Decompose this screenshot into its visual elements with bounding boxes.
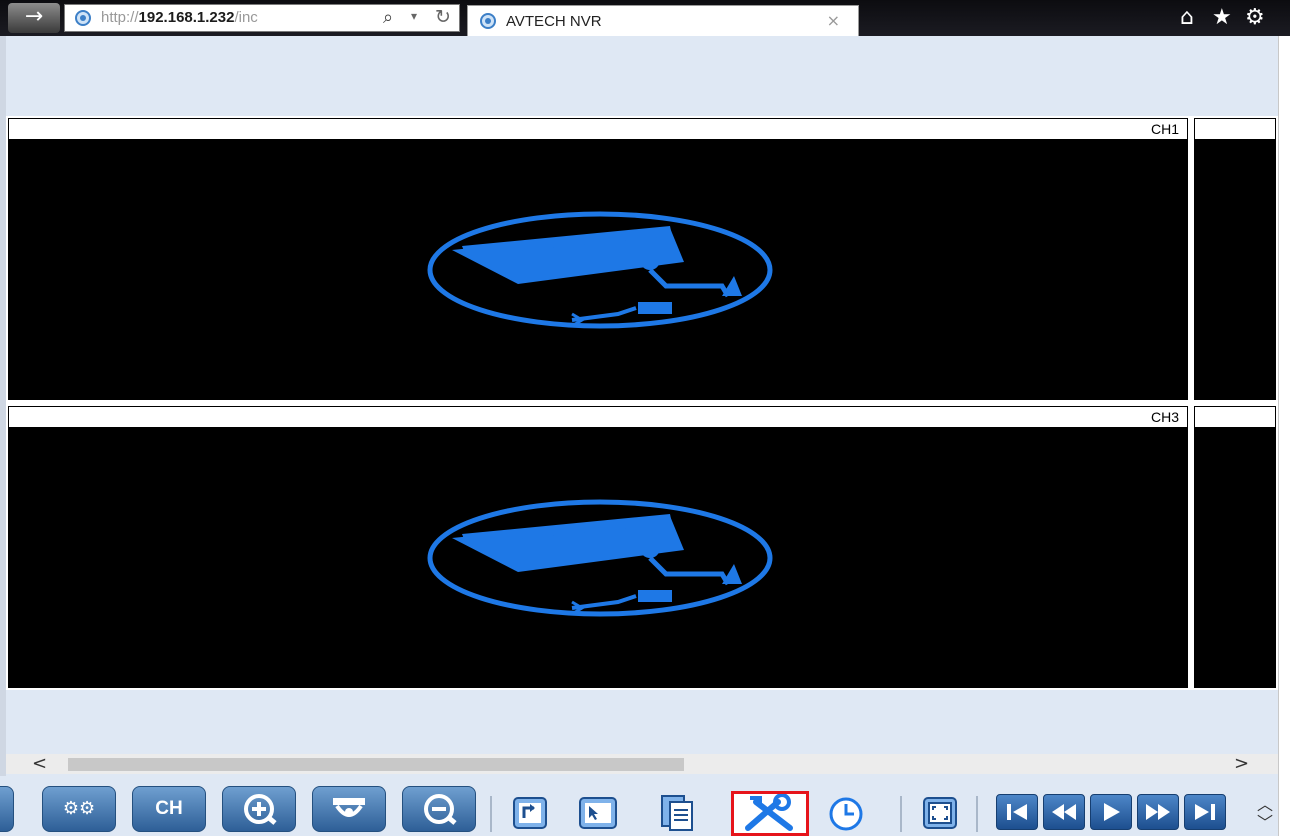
- play-button[interactable]: [1090, 794, 1132, 830]
- scroll-right-arrow[interactable]: >: [1234, 753, 1249, 774]
- play-icon: [1104, 803, 1120, 821]
- fast-forward-button[interactable]: [1137, 794, 1179, 830]
- chevron-down-icon[interactable]: ﹀: [1252, 814, 1278, 832]
- favorites-star-icon[interactable]: ★: [1212, 5, 1232, 30]
- security-camera-icon: [427, 211, 773, 329]
- documents-icon[interactable]: [656, 790, 700, 832]
- app-window: → http://192.168.1.232/inc ⌕ ▾ ↻ AVTECH …: [0, 0, 1290, 836]
- settings-gear-icon[interactable]: ⚙: [1245, 5, 1265, 30]
- tab-favicon: [480, 13, 496, 29]
- cursor-screen-icon[interactable]: [576, 790, 620, 832]
- snapshot-arrow-icon[interactable]: [508, 790, 552, 832]
- address-bar[interactable]: http://192.168.1.232/inc ⌕ ▾ ↻: [64, 4, 460, 32]
- address-text[interactable]: http://192.168.1.232/inc: [101, 9, 258, 26]
- close-tab-icon[interactable]: ×: [827, 11, 840, 30]
- channel-label: CH1: [1150, 121, 1179, 137]
- clock-icon[interactable]: [824, 790, 868, 832]
- browser-tab[interactable]: AVTECH NVR ×: [467, 5, 859, 36]
- rewind-button[interactable]: [1043, 794, 1085, 830]
- chevron-down-icon[interactable]: ▾: [411, 9, 417, 23]
- chevron-up-icon[interactable]: ︿: [1252, 796, 1278, 814]
- skip-to-end-icon: [1195, 804, 1215, 820]
- channel-header: CH1: [8, 118, 1188, 140]
- skip-to-start-button[interactable]: [996, 794, 1038, 830]
- zoom-out-icon: [424, 794, 457, 825]
- settings-gears-button[interactable]: ⚙⚙: [42, 786, 116, 832]
- site-icon: [75, 10, 91, 26]
- zoom-out-button[interactable]: [402, 786, 476, 832]
- toolbar-separator: [900, 796, 902, 832]
- channel-cell-1[interactable]: CH1: [6, 116, 1190, 402]
- fast-forward-icon: [1146, 804, 1170, 820]
- channel-label: CH3: [1150, 409, 1179, 425]
- channel-button-label: CH: [155, 798, 183, 819]
- tools-button[interactable]: [731, 791, 809, 836]
- back-arrow-icon: →: [24, 4, 44, 29]
- tab-title: AVTECH NVR: [506, 13, 602, 30]
- zoom-in-button[interactable]: [222, 786, 296, 832]
- toolbar-separator: [976, 796, 978, 832]
- dome-camera-icon: [333, 798, 365, 817]
- browser-toolbar: → http://192.168.1.232/inc ⌕ ▾ ↻ AVTECH …: [0, 0, 1290, 36]
- security-camera-icon: [427, 499, 773, 617]
- skip-to-start-icon: [1007, 804, 1027, 820]
- channel-header: CH3: [8, 406, 1188, 428]
- control-toolbar: ⚙⚙ CH: [0, 776, 1278, 836]
- search-icon[interactable]: ⌕: [383, 7, 393, 28]
- zoom-in-icon: [244, 794, 277, 825]
- toolbar-scroll[interactable]: ︿ ﹀: [1252, 796, 1278, 836]
- channel-header: [1194, 118, 1276, 140]
- channel-button[interactable]: CH: [132, 786, 206, 832]
- vertical-scrollbar[interactable]: [1278, 36, 1290, 836]
- partial-button[interactable]: [0, 786, 14, 832]
- toolbar-separator: [490, 796, 492, 832]
- home-icon[interactable]: ⌂: [1180, 5, 1194, 30]
- horizontal-scrollbar[interactable]: < >: [6, 753, 1278, 774]
- channel-cell-3[interactable]: CH3: [6, 404, 1190, 690]
- refresh-icon[interactable]: ↻: [435, 6, 451, 28]
- scroll-left-arrow[interactable]: <: [32, 753, 47, 774]
- back-button[interactable]: →: [8, 3, 60, 33]
- tools-icon: [745, 793, 793, 831]
- channel-cell-4[interactable]: [1192, 404, 1278, 690]
- dome-camera-button[interactable]: [312, 786, 386, 832]
- video-grid: CH1 CH3: [6, 116, 1278, 690]
- skip-to-end-button[interactable]: [1184, 794, 1226, 830]
- channel-cell-2[interactable]: [1192, 116, 1278, 402]
- fullscreen-icon[interactable]: [918, 790, 962, 832]
- scroll-thumb[interactable]: [68, 758, 684, 771]
- rewind-icon: [1052, 804, 1076, 820]
- settings-gears-icon: ⚙⚙: [62, 798, 96, 819]
- channel-header: [1194, 406, 1276, 428]
